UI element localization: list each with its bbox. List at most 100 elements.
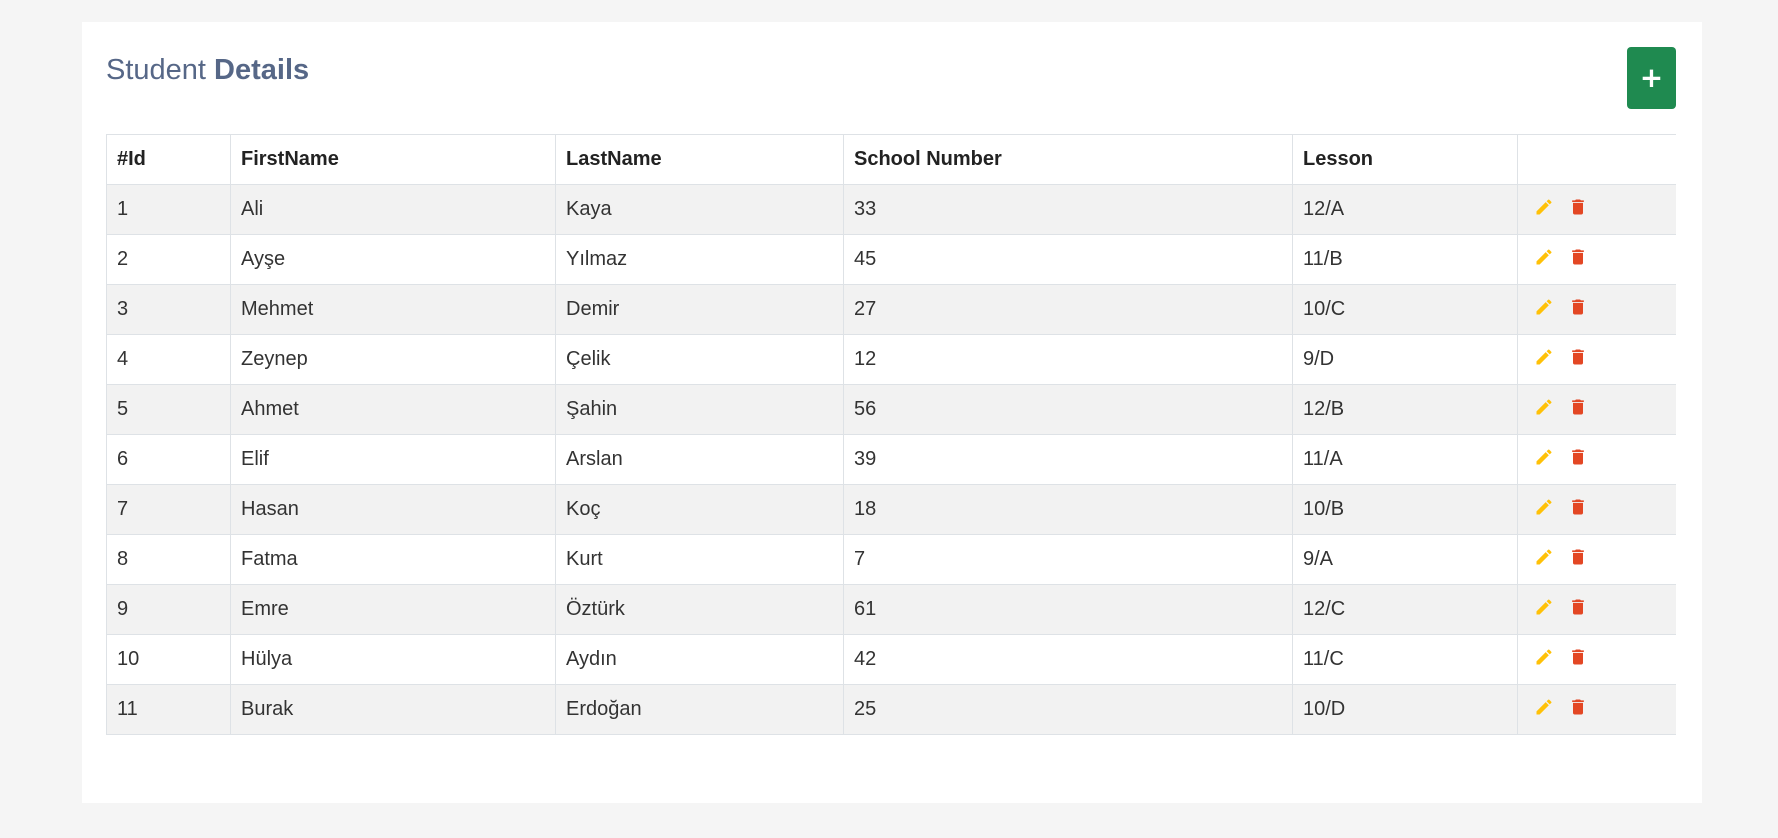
add-student-button[interactable]: + bbox=[1627, 47, 1676, 109]
trash-icon[interactable] bbox=[1568, 697, 1588, 717]
cell-lastname: Arslan bbox=[555, 434, 844, 485]
page-title: Student Details bbox=[106, 56, 309, 85]
cell-id: 1 bbox=[106, 184, 231, 235]
cell-id: 11 bbox=[106, 684, 231, 735]
cell-lastname: Kurt bbox=[555, 534, 844, 585]
cell-lesson: 12/C bbox=[1292, 584, 1518, 635]
cell-lesson: 10/D bbox=[1292, 684, 1518, 735]
trash-icon[interactable] bbox=[1568, 497, 1588, 517]
cell-firstname: Ayşe bbox=[230, 234, 556, 285]
cell-lesson: 9/D bbox=[1292, 334, 1518, 385]
trash-icon[interactable] bbox=[1568, 247, 1588, 267]
cell-lesson: 12/A bbox=[1292, 184, 1518, 235]
pencil-icon[interactable] bbox=[1534, 647, 1554, 667]
pencil-icon[interactable] bbox=[1534, 397, 1554, 417]
cell-school-number: 33 bbox=[843, 184, 1293, 235]
trash-icon[interactable] bbox=[1568, 597, 1588, 617]
cell-lastname: Çelik bbox=[555, 334, 844, 385]
cell-actions bbox=[1517, 384, 1676, 435]
cell-lesson: 10/B bbox=[1292, 484, 1518, 535]
cell-lesson: 12/B bbox=[1292, 384, 1518, 435]
cell-school-number: 42 bbox=[843, 634, 1293, 685]
pencil-icon[interactable] bbox=[1534, 547, 1554, 567]
cell-school-number: 27 bbox=[843, 284, 1293, 335]
cell-id: 4 bbox=[106, 334, 231, 385]
cell-school-number: 61 bbox=[843, 584, 1293, 635]
cell-firstname: Mehmet bbox=[230, 284, 556, 335]
cell-school-number: 12 bbox=[843, 334, 1293, 385]
trash-icon[interactable] bbox=[1568, 547, 1588, 567]
trash-icon[interactable] bbox=[1568, 397, 1588, 417]
trash-icon[interactable] bbox=[1568, 647, 1588, 667]
table-row: 9 Emre Öztürk 61 12/C bbox=[106, 584, 1676, 635]
title-bold: Details bbox=[214, 54, 310, 86]
cell-school-number: 56 bbox=[843, 384, 1293, 435]
students-table-container: #Id FirstName LastName School Number Les… bbox=[106, 134, 1676, 735]
cell-firstname: Emre bbox=[230, 584, 556, 635]
cell-lesson: 11/A bbox=[1292, 434, 1518, 485]
table-header-row: #Id FirstName LastName School Number Les… bbox=[106, 134, 1676, 185]
table-row: 5 Ahmet Şahin 56 12/B bbox=[106, 384, 1676, 435]
cell-firstname: Hasan bbox=[230, 484, 556, 535]
table-row: 8 Fatma Kurt 7 9/A bbox=[106, 534, 1676, 585]
cell-school-number: 7 bbox=[843, 534, 1293, 585]
cell-id: 10 bbox=[106, 634, 231, 685]
cell-lastname: Şahin bbox=[555, 384, 844, 435]
pencil-icon[interactable] bbox=[1534, 447, 1554, 467]
pencil-icon[interactable] bbox=[1534, 197, 1554, 217]
students-table: #Id FirstName LastName School Number Les… bbox=[106, 134, 1676, 735]
cell-school-number: 25 bbox=[843, 684, 1293, 735]
cell-firstname: Ahmet bbox=[230, 384, 556, 435]
cell-lesson: 11/B bbox=[1292, 234, 1518, 285]
cell-id: 3 bbox=[106, 284, 231, 335]
cell-actions bbox=[1517, 234, 1676, 285]
cell-id: 7 bbox=[106, 484, 231, 535]
cell-actions bbox=[1517, 434, 1676, 485]
table-row: 6 Elif Arslan 39 11/A bbox=[106, 434, 1676, 485]
column-header-lastname: LastName bbox=[555, 134, 844, 185]
cell-firstname: Ali bbox=[230, 184, 556, 235]
cell-lesson: 9/A bbox=[1292, 534, 1518, 585]
cell-lastname: Aydın bbox=[555, 634, 844, 685]
table-row: 7 Hasan Koç 18 10/B bbox=[106, 484, 1676, 535]
cell-lastname: Erdoğan bbox=[555, 684, 844, 735]
cell-lastname: Kaya bbox=[555, 184, 844, 235]
table-row: 4 Zeynep Çelik 12 9/D bbox=[106, 334, 1676, 385]
cell-id: 8 bbox=[106, 534, 231, 585]
cell-id: 5 bbox=[106, 384, 231, 435]
pencil-icon[interactable] bbox=[1534, 697, 1554, 717]
column-header-id: #Id bbox=[106, 134, 231, 185]
trash-icon[interactable] bbox=[1568, 297, 1588, 317]
cell-lastname: Öztürk bbox=[555, 584, 844, 635]
cell-id: 9 bbox=[106, 584, 231, 635]
pencil-icon[interactable] bbox=[1534, 247, 1554, 267]
trash-icon[interactable] bbox=[1568, 447, 1588, 467]
cell-lastname: Koç bbox=[555, 484, 844, 535]
trash-icon[interactable] bbox=[1568, 197, 1588, 217]
trash-icon[interactable] bbox=[1568, 347, 1588, 367]
cell-firstname: Hülya bbox=[230, 634, 556, 685]
column-header-actions bbox=[1517, 134, 1676, 185]
cell-actions bbox=[1517, 184, 1676, 235]
cell-actions bbox=[1517, 284, 1676, 335]
cell-id: 6 bbox=[106, 434, 231, 485]
table-row: 10 Hülya Aydın 42 11/C bbox=[106, 634, 1676, 685]
pencil-icon[interactable] bbox=[1534, 497, 1554, 517]
pencil-icon[interactable] bbox=[1534, 297, 1554, 317]
cell-firstname: Burak bbox=[230, 684, 556, 735]
column-header-lesson: Lesson bbox=[1292, 134, 1518, 185]
column-header-school-number: School Number bbox=[843, 134, 1293, 185]
column-header-firstname: FirstName bbox=[230, 134, 556, 185]
cell-lesson: 11/C bbox=[1292, 634, 1518, 685]
table-row: 11 Burak Erdoğan 25 10/D bbox=[106, 684, 1676, 735]
cell-actions bbox=[1517, 334, 1676, 385]
cell-actions bbox=[1517, 634, 1676, 685]
pencil-icon[interactable] bbox=[1534, 347, 1554, 367]
table-row: 2 Ayşe Yılmaz 45 11/B bbox=[106, 234, 1676, 285]
table-row: 3 Mehmet Demir 27 10/C bbox=[106, 284, 1676, 335]
cell-firstname: Fatma bbox=[230, 534, 556, 585]
cell-school-number: 18 bbox=[843, 484, 1293, 535]
cell-lastname: Yılmaz bbox=[555, 234, 844, 285]
pencil-icon[interactable] bbox=[1534, 597, 1554, 617]
cell-school-number: 45 bbox=[843, 234, 1293, 285]
